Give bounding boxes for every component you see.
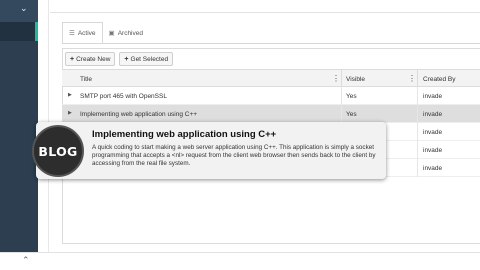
expand-icon[interactable]: ▶ (68, 110, 72, 116)
archive-icon: ▣ (108, 30, 115, 37)
chevron-up-icon[interactable]: ⌃ (22, 255, 30, 266)
get-selected-label: Get Selected (130, 55, 169, 63)
cell-visible: Yes (346, 92, 357, 100)
column-menu-icon[interactable]: ⋮ (332, 74, 340, 83)
column-title-label: Title (80, 75, 93, 83)
sidebar-item-active[interactable] (0, 22, 38, 41)
plus-icon: + (124, 55, 129, 63)
tab-active[interactable]: ☰ Active (62, 22, 103, 44)
tab-label: Active (77, 29, 96, 37)
expand-icon[interactable]: ▶ (68, 92, 72, 98)
grid-toolbar: + Create New + Get Selected (65, 52, 174, 66)
column-header-title[interactable]: Title (80, 70, 92, 88)
tabs-underline (62, 43, 480, 44)
cell-separator (417, 87, 418, 105)
blog-card-title[interactable]: Implementing web application using C++ (92, 129, 276, 140)
column-menu-icon[interactable]: ⋮ (408, 74, 416, 83)
blog-badge-label: BLOG (38, 143, 78, 159)
column-header-visible[interactable]: Visible (346, 70, 365, 88)
sidebar: ⌄ (0, 0, 38, 252)
cell-created-by: invade (423, 128, 443, 136)
chevron-down-icon[interactable]: ⌄ (20, 3, 28, 14)
cell-title: Implementing web application using C++ (80, 110, 198, 118)
column-separator[interactable] (417, 70, 418, 88)
cell-created-by: invade (423, 164, 443, 172)
cell-title: SMTP port 465 with OpenSSL (80, 92, 167, 100)
grid-header: Title ⋮ Visible ⋮ Created By (62, 69, 480, 88)
column-separator[interactable] (341, 70, 342, 88)
cell-separator (417, 123, 418, 141)
tab-archived[interactable]: ▣ Archived (103, 22, 149, 44)
cell-separator (417, 141, 418, 159)
create-new-label: Create New (76, 55, 111, 63)
cell-created-by: invade (423, 146, 443, 154)
column-header-created-by[interactable]: Created By (423, 70, 456, 88)
header-divider (50, 12, 480, 13)
table-row-selected[interactable]: ▶ Implementing web application using C++… (62, 105, 480, 123)
cell-separator (417, 159, 418, 177)
list-icon: ☰ (69, 30, 75, 37)
footer-bar: ⌃ (0, 252, 480, 270)
sidebar-header[interactable]: ⌄ (0, 0, 38, 22)
create-new-button[interactable]: + Create New (65, 52, 116, 66)
cell-separator (341, 105, 342, 123)
cell-separator (417, 105, 418, 123)
plus-icon: + (70, 55, 75, 63)
cell-visible: Yes (346, 110, 357, 118)
column-created-by-label: Created By (423, 75, 456, 83)
tab-bar: ☰ Active ▣ Archived (62, 22, 149, 44)
column-visible-label: Visible (346, 75, 366, 83)
blog-card-description: A quick coding to start making a web ser… (92, 144, 376, 168)
blog-badge: BLOG (32, 125, 84, 177)
tab-label: Archived (117, 29, 143, 37)
cell-created-by: invade (423, 110, 443, 118)
cell-separator (341, 87, 342, 105)
table-row[interactable]: ▶ SMTP port 465 with OpenSSL Yes invade (62, 87, 480, 105)
cell-created-by: invade (423, 92, 443, 100)
get-selected-button[interactable]: + Get Selected (119, 52, 174, 66)
